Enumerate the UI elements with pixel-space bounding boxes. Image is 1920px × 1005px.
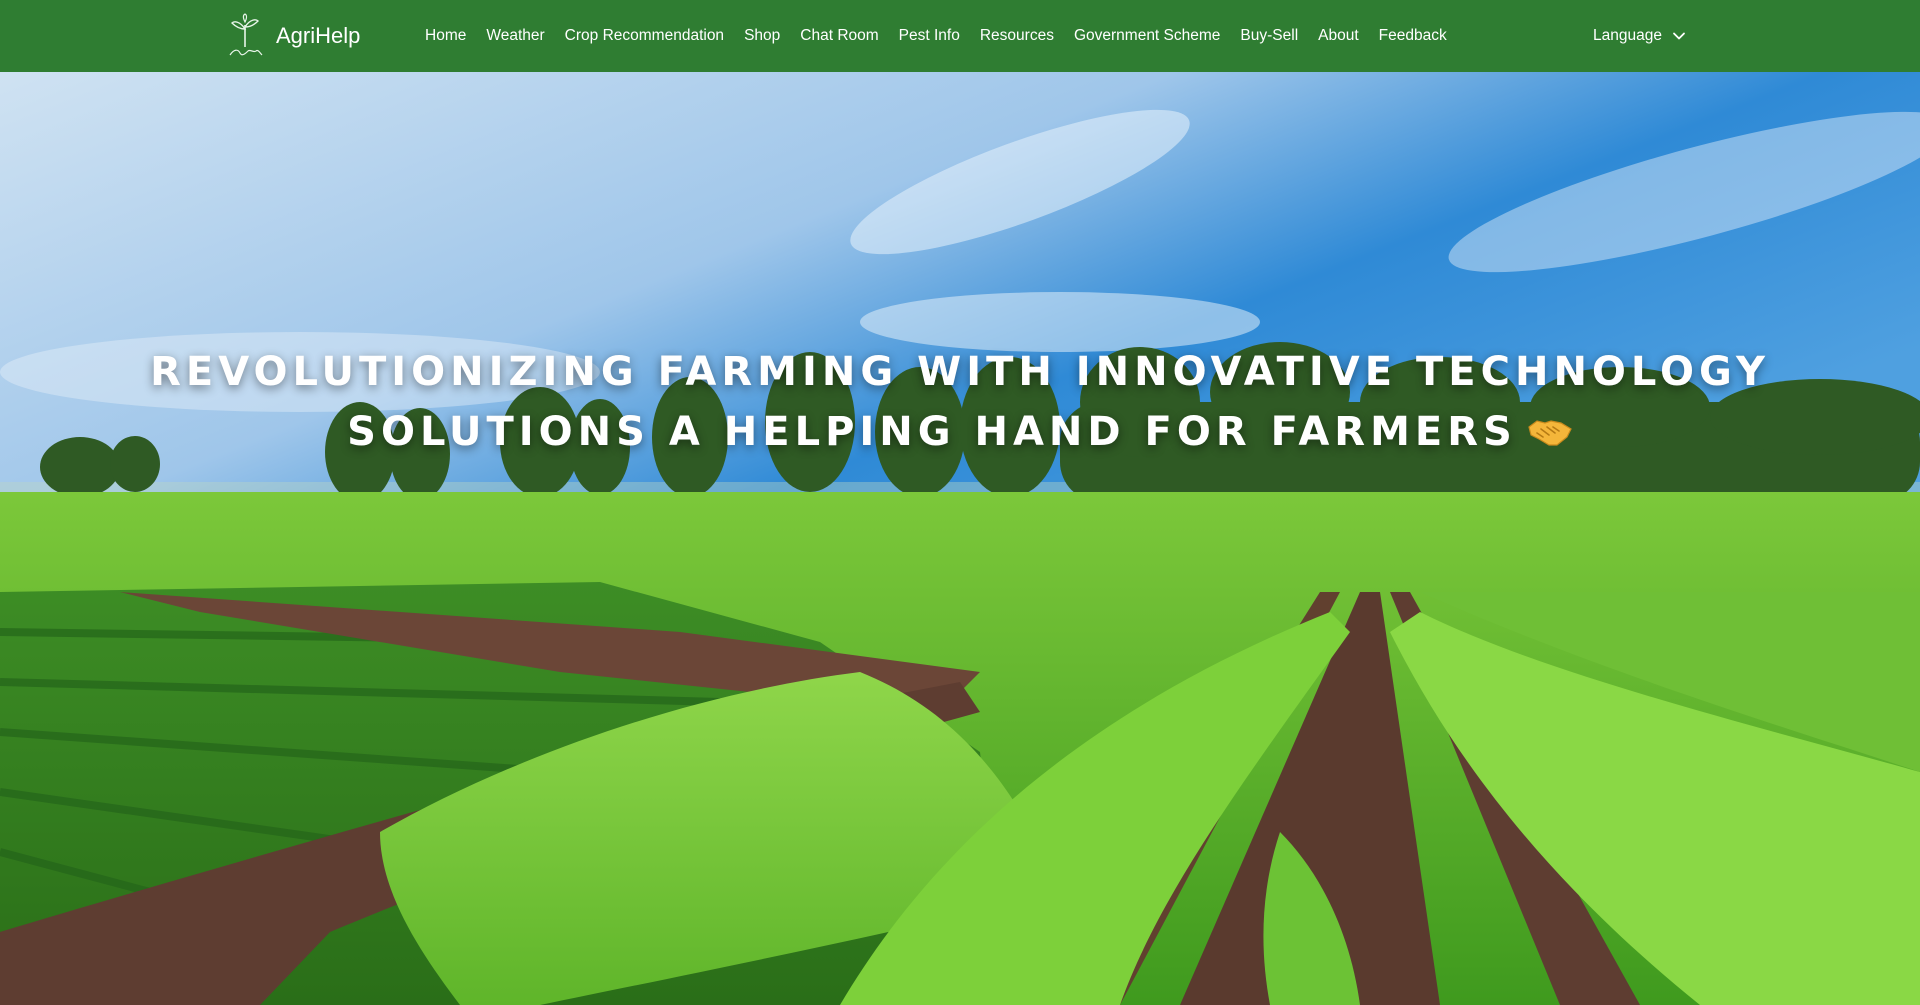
- chevron-down-icon: [1673, 32, 1685, 40]
- nav-resources[interactable]: Resources: [980, 27, 1054, 45]
- hero-section: REVOLUTIONIZING FARMING WITH INNOVATIVE …: [0, 72, 1920, 1005]
- brand[interactable]: AgriHelp: [226, 12, 360, 60]
- nav-about[interactable]: About: [1318, 27, 1359, 45]
- nav-crop-recommendation[interactable]: Crop Recommendation: [565, 27, 724, 45]
- nav-pest-info[interactable]: Pest Info: [899, 27, 960, 45]
- nav-buy-sell[interactable]: Buy-Sell: [1240, 27, 1298, 45]
- main-nav: Home Weather Crop Recommendation Shop Ch…: [425, 0, 1467, 72]
- brand-name: AgriHelp: [276, 23, 361, 48]
- language-dropdown[interactable]: Language: [1593, 0, 1686, 72]
- nav-feedback[interactable]: Feedback: [1379, 27, 1447, 45]
- handshake-icon: [1528, 420, 1572, 446]
- hero-headline-line-1: REVOLUTIONIZING FARMING WITH INNOVATIVE …: [150, 349, 1770, 395]
- nav-government-scheme[interactable]: Government Scheme: [1074, 27, 1220, 45]
- nav-weather[interactable]: Weather: [486, 27, 544, 45]
- language-label: Language: [1593, 27, 1662, 44]
- hero-headline-line-2: SOLUTIONS A HELPING HAND FOR FARMERS: [0, 402, 1920, 462]
- hero-headline: REVOLUTIONIZING FARMING WITH INNOVATIVE …: [0, 342, 1920, 462]
- nav-chat-room[interactable]: Chat Room: [800, 27, 878, 45]
- top-navbar: AgriHelp Home Weather Crop Recommendatio…: [0, 0, 1920, 72]
- nav-home[interactable]: Home: [425, 27, 466, 45]
- nav-shop[interactable]: Shop: [744, 27, 780, 45]
- farm-field-background-image: [0, 72, 1920, 1005]
- hero-headline-line-2-text: SOLUTIONS A HELPING HAND FOR FARMERS: [347, 409, 1517, 455]
- sprout-logo-icon: [229, 13, 263, 56]
